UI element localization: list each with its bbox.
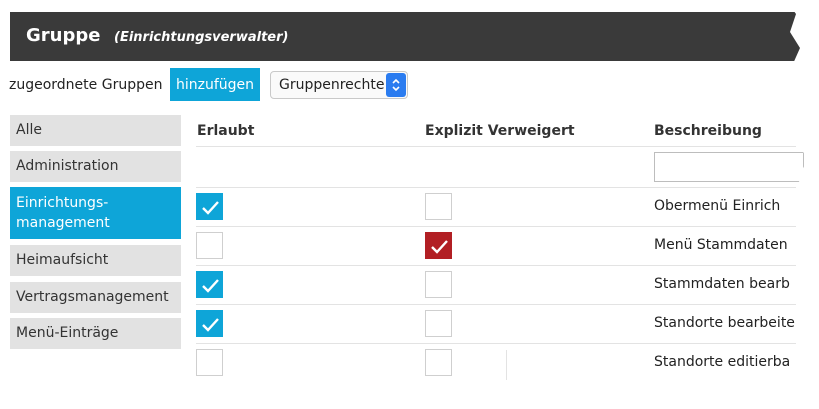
sidebar-item-label: Heimaufsicht: [16, 252, 109, 268]
sidebar-item-heimaufsicht[interactable]: Heimaufsicht: [10, 245, 181, 276]
group-rights-select-value: Gruppenrechte: [279, 77, 385, 93]
allowed-checkbox[interactable]: [196, 310, 223, 337]
sidebar-item-menue-eintraege[interactable]: Menü-Einträge: [10, 318, 181, 349]
assigned-groups-label: zugeordnete Gruppen: [9, 77, 163, 93]
table-row-divider: [196, 226, 796, 227]
sidebar-item-label: Alle: [16, 122, 42, 138]
row-description: Obermenü Einrich: [654, 198, 781, 214]
screenshot: Gruppe (Einrichtungsverwalter) zugeordne…: [0, 0, 812, 395]
updown-chevron-icon: [386, 73, 406, 97]
denied-checkbox[interactable]: [425, 310, 452, 337]
sidebar-item-label: Einrichtungs-: [16, 195, 109, 211]
table-row-divider: [196, 304, 796, 305]
checkmark-icon: [202, 279, 219, 293]
table-row-divider: [196, 343, 796, 344]
sidebar-item-label-line2: management: [16, 215, 110, 231]
allowed-checkbox[interactable]: [196, 232, 223, 259]
title-bar: Gruppe (Einrichtungsverwalter): [10, 12, 800, 61]
table-column-divider: [506, 350, 507, 380]
column-header-description: Beschreibung: [654, 123, 762, 139]
denied-checkbox[interactable]: [425, 232, 452, 259]
table-divider: [196, 146, 796, 147]
column-header-allowed: Erlaubt: [197, 123, 255, 139]
sidebar-item-einrichtungsmanagement[interactable]: Einrichtungs- management: [10, 187, 181, 239]
row-description: Standorte bearbeite: [654, 315, 795, 331]
sidebar-item-label: Menü-Einträge: [16, 325, 119, 341]
sidebar-item-vertragsmanagement[interactable]: Vertragsmanagement: [10, 282, 181, 313]
page-subtitle: (Einrichtungsverwalter): [114, 30, 289, 45]
checkmark-icon: [202, 318, 219, 332]
checkmark-icon: [431, 240, 448, 254]
row-description: Stammdaten bearb: [654, 276, 790, 292]
row-description: Standorte editierba: [654, 354, 791, 370]
denied-checkbox[interactable]: [425, 271, 452, 298]
allowed-checkbox[interactable]: [196, 271, 223, 298]
sidebar-item-administration[interactable]: Administration: [10, 151, 181, 182]
sidebar-item-alle[interactable]: Alle: [10, 115, 181, 146]
sidebar-item-label: Vertragsmanagement: [16, 289, 169, 305]
allowed-checkbox[interactable]: [196, 193, 223, 220]
add-group-button[interactable]: hinzufügen: [170, 68, 260, 101]
denied-checkbox[interactable]: [425, 349, 452, 376]
table-divider: [196, 187, 796, 188]
column-header-denied: Explizit Verweigert: [425, 123, 575, 139]
checkmark-icon: [202, 201, 219, 215]
row-description: Menü Stammdaten: [654, 237, 788, 253]
description-filter-input[interactable]: [654, 152, 804, 182]
sidebar-item-label: Administration: [16, 158, 119, 174]
table-row-divider: [196, 265, 796, 266]
allowed-checkbox[interactable]: [196, 349, 223, 376]
page-title: Gruppe: [26, 25, 101, 46]
denied-checkbox[interactable]: [425, 193, 452, 220]
group-rights-select[interactable]: Gruppenrechte: [270, 71, 408, 99]
